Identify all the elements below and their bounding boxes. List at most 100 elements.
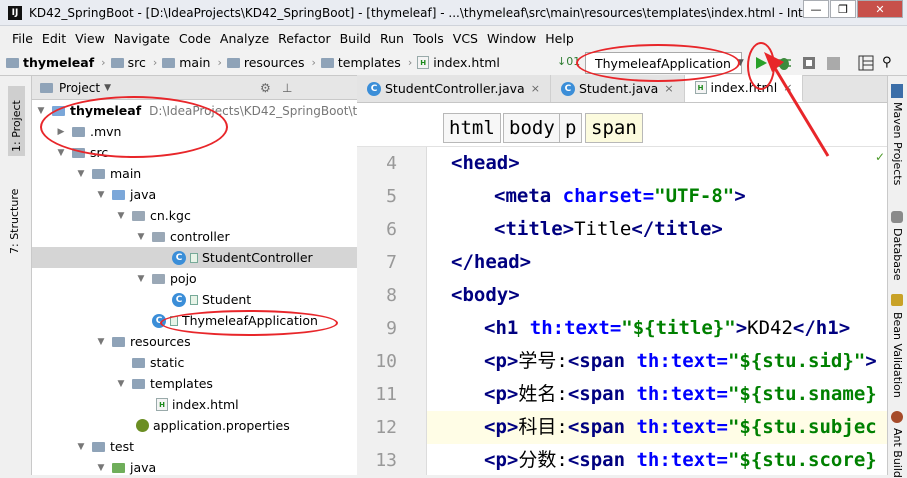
html-file-icon: H <box>694 81 707 94</box>
minimize-button[interactable]: — <box>803 0 829 18</box>
line-number: 12 <box>375 417 397 438</box>
menu-vcs[interactable]: VCS <box>453 31 478 46</box>
tree-node-templates[interactable]: ▼ templates <box>116 373 213 394</box>
close-icon[interactable]: × <box>531 82 540 95</box>
maximize-button[interactable]: ❐ <box>830 0 856 18</box>
code-line: </head> <box>451 251 532 273</box>
maven-projects-tab[interactable]: Maven Projects <box>891 102 904 185</box>
expand-arrow-icon: ▼ <box>117 210 125 221</box>
menu-file[interactable]: File <box>12 31 33 46</box>
html-file-icon: H <box>417 56 430 69</box>
class-icon: C <box>367 81 381 96</box>
tree-node-static[interactable]: static <box>132 352 184 373</box>
folder-icon <box>132 378 145 389</box>
menu-view[interactable]: View <box>75 31 105 46</box>
tree-node-test[interactable]: ▼ test <box>76 436 134 457</box>
bean-validation-icon <box>891 294 903 306</box>
hide-icon[interactable]: ⊥ <box>282 81 292 95</box>
crumb-templates[interactable]: templates <box>320 55 401 70</box>
tree-node-test-java[interactable]: ▼ java <box>96 457 157 475</box>
tag-crumb-body[interactable]: body <box>503 113 561 143</box>
menu-edit[interactable]: Edit <box>42 31 66 46</box>
tree-node-studentcontroller[interactable]: C StudentController <box>32 247 357 268</box>
tree-node-main[interactable]: ▼ main <box>76 163 142 184</box>
tag-crumb-span[interactable]: span <box>585 113 643 143</box>
structure-tool-tab[interactable]: 7: Structure <box>8 174 21 254</box>
tab-studentcontroller[interactable]: C StudentController.java × <box>357 75 551 102</box>
chevron-right-icon: › <box>407 56 413 69</box>
tree-node-cn-kgc[interactable]: ▼ cn.kgc <box>116 205 191 226</box>
menu-navigate[interactable]: Navigate <box>114 31 170 46</box>
annotation-ellipse <box>40 96 228 158</box>
menu-code[interactable]: Code <box>179 31 211 46</box>
expand-arrow-icon: ▼ <box>117 378 125 389</box>
expand-arrow-icon: ▼ <box>77 168 85 179</box>
tree-node-pojo[interactable]: ▼ pojo <box>136 268 197 289</box>
chevron-right-icon: › <box>152 56 158 69</box>
menu-bar: File Edit View Navigate Code Analyze Ref… <box>0 26 907 50</box>
gear-icon[interactable]: ⚙ <box>260 81 271 95</box>
project-tree: ▼ thymeleaf D:\IdeaProjects\KD42_SpringBoo… <box>32 100 357 475</box>
crumb-src[interactable]: src <box>110 55 146 70</box>
test-folder-icon <box>112 462 125 473</box>
expand-arrow-icon: ▼ <box>37 105 45 116</box>
expand-arrow-icon: ▼ <box>97 462 105 473</box>
chevron-down-icon[interactable]: ▼ <box>104 83 111 93</box>
line-number: 4 <box>386 153 397 174</box>
crumb-thymeleaf[interactable]: thymeleaf <box>6 55 94 70</box>
code-line: <p>分数:<span th:text="${stu.score} <box>484 449 877 471</box>
chevron-right-icon: › <box>311 56 316 69</box>
package-icon <box>152 273 165 284</box>
folder-icon <box>6 57 19 68</box>
close-button[interactable]: ✕ <box>857 0 903 18</box>
right-tool-strip: Maven Projects Database Bean Validation … <box>887 76 907 478</box>
code-editor[interactable]: <head> <meta charset="UTF-8"> <title>Tit… <box>427 147 887 475</box>
project-structure-icon[interactable] <box>858 55 874 71</box>
ant-build-tab[interactable]: Ant Build <box>891 428 904 478</box>
code-line-current: <p>科目:<span th:text="${stu.subjec <box>427 411 887 444</box>
tree-node-java[interactable]: ▼ java <box>96 184 157 205</box>
menu-analyze[interactable]: Analyze <box>220 31 269 46</box>
menu-window[interactable]: Window <box>487 31 536 46</box>
database-tab[interactable]: Database <box>891 228 904 281</box>
expand-arrow-icon: ▼ <box>57 147 65 158</box>
tree-node-resources[interactable]: ▼ resources <box>96 331 191 352</box>
project-tool-tab[interactable]: 1: Project <box>8 86 25 156</box>
line-number: 6 <box>386 219 397 240</box>
left-tool-strip: 1: Project 7: Structure <box>0 76 32 475</box>
line-number: 5 <box>386 186 397 207</box>
spring-bean-icon <box>190 294 198 305</box>
code-line: <p>学号:<span th:text="${stu.sid}"> <box>484 350 877 372</box>
line-number: 9 <box>386 318 397 339</box>
menu-run[interactable]: Run <box>380 31 404 46</box>
tree-node-student[interactable]: C Student <box>172 289 251 310</box>
crumb-index-html[interactable]: Hindex.html <box>417 55 500 70</box>
tree-node-index-html[interactable]: Hindex.html <box>156 394 239 415</box>
tree-node-controller[interactable]: ▼ controller <box>136 226 230 247</box>
tag-crumb-p[interactable]: p <box>559 113 583 143</box>
crumb-main[interactable]: main <box>162 55 210 70</box>
bean-validation-tab[interactable]: Bean Validation <box>891 312 904 398</box>
database-icon <box>891 211 903 223</box>
menu-help[interactable]: Help <box>545 31 574 46</box>
tree-node-application-properties[interactable]: application.properties <box>136 415 290 436</box>
source-folder-icon <box>112 189 125 200</box>
expand-arrow-icon: ▼ <box>97 336 105 347</box>
crumb-resources[interactable]: resources <box>226 55 304 70</box>
html-file-icon: H <box>156 398 168 411</box>
spring-bean-icon <box>190 252 198 263</box>
search-icon[interactable]: ⚲ <box>882 55 892 70</box>
code-line: <body> <box>451 284 520 306</box>
tag-crumb-html[interactable]: html <box>443 113 501 143</box>
close-icon[interactable]: × <box>664 82 673 95</box>
folder-icon <box>162 57 176 68</box>
ant-icon <box>891 411 903 423</box>
line-number: 11 <box>375 384 397 405</box>
project-panel-header: Project ▼ ⚙ ⊥ <box>32 76 357 100</box>
package-icon <box>152 231 165 242</box>
code-line: <p>姓名:<span th:text="${stu.sname} <box>484 383 877 405</box>
menu-refactor[interactable]: Refactor <box>278 31 330 46</box>
intellij-logo-icon: IJ <box>8 5 22 20</box>
menu-tools[interactable]: Tools <box>413 31 444 46</box>
menu-build[interactable]: Build <box>340 31 371 46</box>
